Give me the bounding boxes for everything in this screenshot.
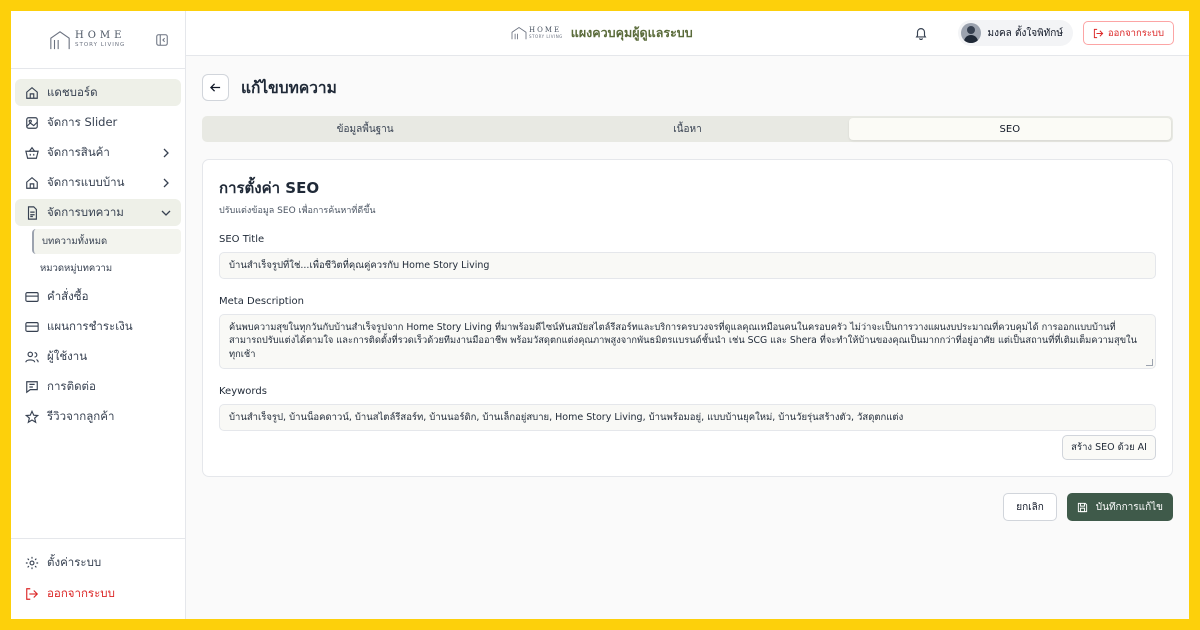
tab-bar: ข้อมูลพื้นฐาน เนื้อหา SEO (202, 116, 1173, 142)
message-icon (26, 380, 38, 393)
logout-icon (26, 587, 39, 600)
basket-icon (25, 146, 39, 159)
sidebar-item-label: จัดการสินค้า (47, 144, 110, 159)
arrow-left-icon (210, 82, 221, 92)
sidebar-item-slider[interactable]: จัดการ Slider (15, 109, 181, 136)
document-icon (27, 205, 37, 220)
card-icon (25, 291, 39, 302)
seo-title-input[interactable]: บ้านสำเร็จรูปที่ใช่...เพื่อชีวิตที่คุณคู… (219, 252, 1156, 279)
page-title: แก้ไขบทความ (241, 78, 337, 97)
brand-header: HOME STORY LIVING (11, 11, 185, 69)
sidebar-subitem-label: หมวดหมู่บทความ (40, 263, 113, 274)
sidebar-item-articles[interactable]: จัดการบทความ (15, 199, 181, 226)
topbar: HOME STORY LIVING แผงควบคุมผู้ดูแลระบบ ม… (186, 11, 1189, 56)
topbar-title: แผงควบคุมผู้ดูแลระบบ (570, 25, 693, 40)
users-icon (25, 351, 39, 362)
sidebar-item-house-plans[interactable]: จัดการแบบบ้าน (15, 169, 181, 196)
keywords-input[interactable]: บ้านสำเร็จรูป, บ้านน็อคดาวน์, บ้านสไตล์ร… (219, 404, 1156, 431)
sidebar-item-orders[interactable]: คำสั่งซื้อ (15, 283, 181, 310)
sidebar-item-label: แดชบอร์ด (47, 84, 98, 99)
sidebar-item-products[interactable]: จัดการสินค้า (15, 139, 181, 166)
chevron-down-icon (161, 210, 171, 216)
tab-content[interactable]: เนื้อหา (526, 118, 848, 140)
sidebar-item-dashboard[interactable]: แดชบอร์ด (15, 79, 181, 106)
sidebar-item-users[interactable]: ผู้ใช้งาน (15, 343, 181, 370)
logo-line1: HOME (75, 29, 126, 41)
back-button[interactable] (202, 73, 229, 101)
sidebar-item-label: จัดการบทความ (47, 204, 124, 219)
seo-title-label: SEO Title (219, 234, 265, 245)
sidebar-item-label: รีวิวจากลูกค้า (47, 408, 115, 423)
card-title: การตั้งค่า SEO (219, 179, 320, 197)
logo[interactable]: HOME STORY LIVING (49, 29, 125, 51)
cancel-button[interactable]: ยกเลิก (1003, 493, 1057, 521)
topbar-center: HOME STORY LIVING แผงควบคุมผู้ดูแลระบบ (511, 23, 693, 43)
seo-settings-card: การตั้งค่า SEO ปรับแต่งข้อมูล SEO เพื่อก… (202, 159, 1173, 477)
app-frame: HOME STORY LIVING แดชบอร์ด จัดการ Slider… (11, 11, 1189, 619)
topbar-right: มงคล ตั้งใจพิทักษ์ ออกจากระบบ (914, 20, 1174, 46)
keywords-label: Keywords (219, 386, 267, 397)
sidebar-footer: ตั้งค่าระบบ ออกจากระบบ (11, 538, 185, 619)
gear-icon (25, 556, 39, 569)
sidebar: HOME STORY LIVING แดชบอร์ด จัดการ Slider… (11, 11, 186, 619)
sidebar-item-label: ออกจากระบบ (47, 585, 115, 600)
topbar-logo: HOME STORY LIVING (511, 26, 563, 40)
sidebar-item-label: ผู้ใช้งาน (47, 348, 88, 363)
tab-seo[interactable]: SEO (848, 118, 1171, 140)
topbar-logo-line1: HOME (529, 26, 562, 34)
chevron-right-icon (163, 148, 169, 157)
sidebar-item-label: คำสั่งซื้อ (47, 288, 89, 303)
sidebar-nav: แดชบอร์ด จัดการ Slider จัดการสินค้า จัดก… (11, 69, 185, 538)
sidebar-item-logout[interactable]: ออกจากระบบ (15, 580, 181, 607)
logout-label: ออกจากระบบ (1107, 27, 1164, 39)
bell-icon[interactable] (914, 26, 928, 40)
sidebar-item-label: จัดการแบบบ้าน (47, 174, 125, 189)
sidebar-subitem-categories[interactable]: หมวดหมู่บทความ (32, 256, 181, 281)
house-logo-icon (511, 27, 527, 40)
house-logo-icon (50, 30, 70, 49)
meta-description-textarea[interactable]: ค้นพบความสุขในทุกวันกับบ้านสำเร็จรูปจาก … (219, 314, 1156, 369)
sidebar-item-contacts[interactable]: การติดต่อ (15, 373, 181, 400)
form-actions: ยกเลิก บันทึกการแก้ไข (202, 493, 1173, 521)
meta-description-label: Meta Description (219, 296, 304, 307)
tab-basic-info[interactable]: ข้อมูลพื้นฐาน (204, 118, 526, 140)
page-header: แก้ไขบทความ (202, 73, 1173, 101)
chevron-right-icon (163, 178, 169, 187)
user-name: มงคล ตั้งใจพิทักษ์ (987, 27, 1063, 39)
card-subtitle: ปรับแต่งข้อมูล SEO เพื่อการค้นหาที่ดีขึ้… (219, 206, 376, 216)
save-button-label: บันทึกการแก้ไข (1095, 501, 1163, 513)
house-icon (26, 176, 38, 189)
content: แก้ไขบทความ ข้อมูลพื้นฐาน เนื้อหา SEO กา… (186, 56, 1189, 521)
home-icon (26, 86, 38, 99)
sidebar-item-label: ตั้งค่าระบบ (47, 554, 102, 569)
save-button[interactable]: บันทึกการแก้ไข (1066, 493, 1173, 521)
avatar (961, 23, 982, 43)
sidebar-subitem-all-articles[interactable]: บทความทั้งหมด (32, 229, 181, 254)
main-area: HOME STORY LIVING แผงควบคุมผู้ดูแลระบบ ม… (186, 11, 1189, 619)
logout-button[interactable]: ออกจากระบบ (1082, 21, 1174, 45)
sidebar-toggle-icon[interactable] (155, 33, 169, 47)
generate-seo-ai-button[interactable]: สร้าง SEO ด้วย AI (1062, 435, 1156, 460)
image-icon (26, 116, 38, 129)
save-icon (1077, 502, 1087, 512)
sidebar-item-label: การติดต่อ (47, 378, 96, 393)
topbar-logo-line2: STORY LIVING (529, 34, 563, 39)
logout-icon (1093, 28, 1104, 38)
logo-line2: STORY LIVING (75, 41, 126, 48)
star-icon (25, 409, 39, 423)
sidebar-item-label: จัดการ Slider (47, 114, 118, 129)
sidebar-item-reviews[interactable]: รีวิวจากลูกค้า (15, 403, 181, 430)
sidebar-item-settings[interactable]: ตั้งค่าระบบ (15, 549, 181, 576)
card-icon (25, 321, 39, 332)
sidebar-subitem-label: บทความทั้งหมด (42, 236, 108, 247)
user-menu[interactable]: มงคล ตั้งใจพิทักษ์ (958, 20, 1073, 46)
sidebar-item-payment-plans[interactable]: แผนการชำระเงิน (15, 313, 181, 340)
sidebar-item-label: แผนการชำระเงิน (47, 318, 133, 333)
